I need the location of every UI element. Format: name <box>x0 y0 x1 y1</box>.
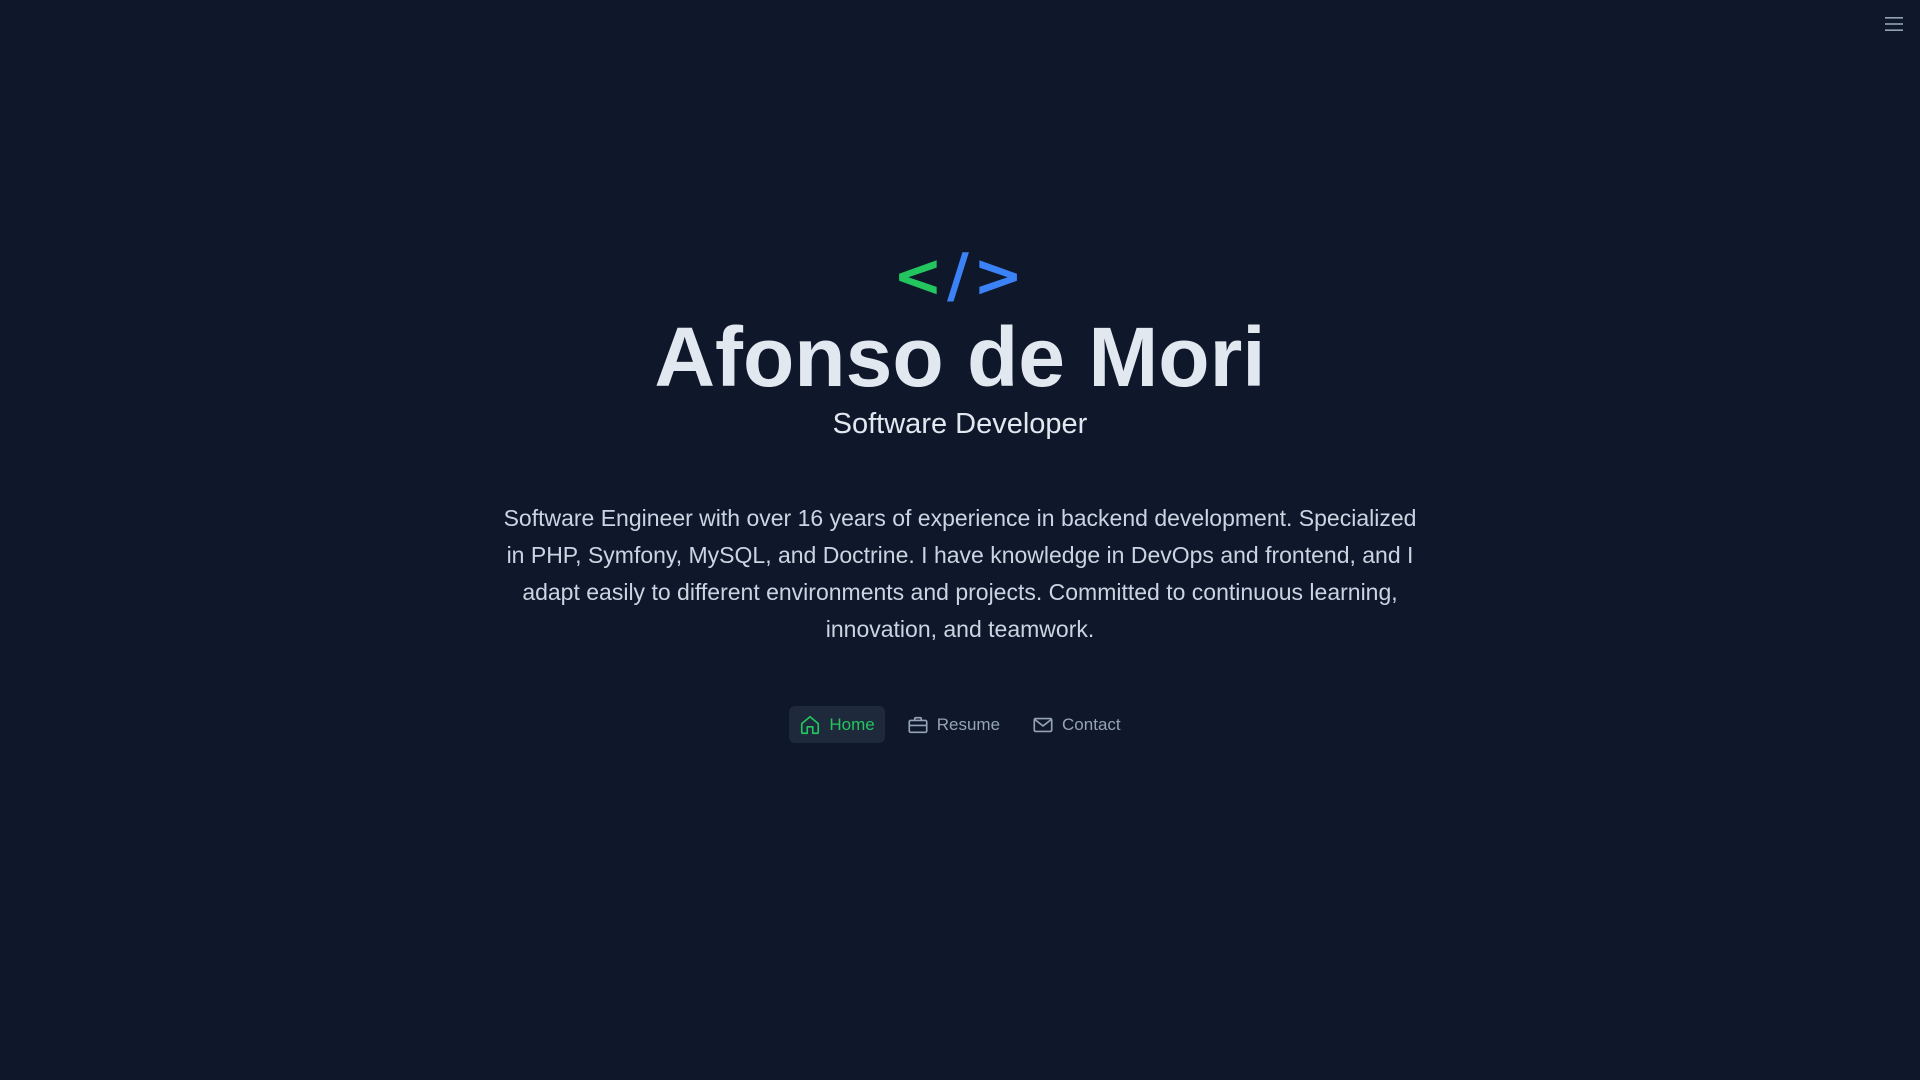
mail-icon <box>1033 717 1053 732</box>
logo-greater-than: > <box>972 241 1028 311</box>
home-icon <box>801 715 820 734</box>
hero-section: </> Afonso de Mori Software Developer So… <box>0 246 1920 743</box>
menu-button[interactable] <box>1882 12 1906 36</box>
page-title: Afonso de Mori <box>654 310 1266 404</box>
bio-text: Software Engineer with over 16 years of … <box>503 505 1417 642</box>
nav-item-resume[interactable]: Resume <box>897 706 1010 743</box>
code-logo: </> <box>893 246 1027 308</box>
nav-bar: Home Resume Contact <box>789 706 1130 743</box>
logo-slash: / <box>947 241 973 311</box>
briefcase-icon <box>908 716 928 733</box>
nav-item-label: Home <box>829 714 875 734</box>
hamburger-menu-icon <box>1885 17 1903 31</box>
nav-item-home[interactable]: Home <box>789 706 885 743</box>
logo-less-than: < <box>892 241 948 311</box>
job-title: Software Developer <box>832 408 1088 440</box>
page: </> Afonso de Mori Software Developer So… <box>0 0 1920 1080</box>
nav-item-contact[interactable]: Contact <box>1022 706 1131 743</box>
nav-item-label: Contact <box>1062 714 1121 734</box>
nav-item-label: Resume <box>936 714 1001 734</box>
